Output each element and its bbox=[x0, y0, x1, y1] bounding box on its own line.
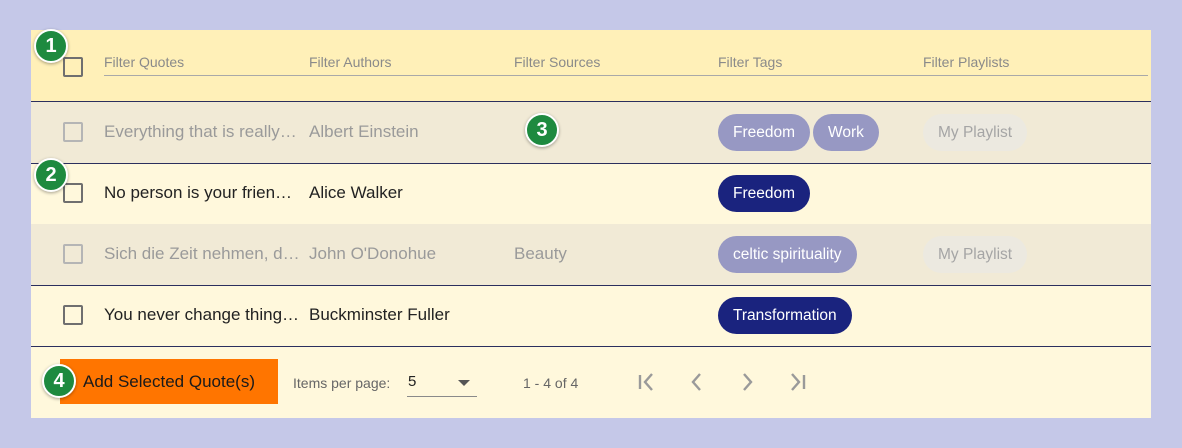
items-per-page-select[interactable]: 5 bbox=[407, 368, 477, 397]
select-all-checkbox[interactable] bbox=[63, 57, 83, 77]
author-cell: Albert Einstein bbox=[309, 122, 419, 141]
step-badge-1: 1 bbox=[34, 29, 68, 63]
page-range-label: 1 - 4 of 4 bbox=[523, 375, 579, 391]
source-cell: Beauty bbox=[514, 244, 567, 263]
table-row[interactable]: No person is your friend who demands you… bbox=[31, 163, 1151, 225]
filter-tags-input[interactable]: Filter Tags bbox=[718, 54, 782, 70]
dropdown-arrow-icon bbox=[458, 380, 470, 386]
filter-header-row: Filter Quotes Filter Authors Filter Sour… bbox=[31, 30, 1151, 102]
quote-cell: Sich die Zeit nehmen, das eigene Leben z… bbox=[104, 244, 300, 263]
tag-chip[interactable]: Work bbox=[813, 114, 879, 151]
filter-quotes-input[interactable]: Filter Quotes bbox=[104, 54, 184, 70]
quotes-table-panel: Filter Quotes Filter Authors Filter Sour… bbox=[31, 30, 1151, 418]
first-page-icon[interactable] bbox=[633, 368, 661, 396]
tag-chip[interactable]: Freedom bbox=[718, 114, 811, 151]
filter-sources-input[interactable]: Filter Sources bbox=[514, 54, 600, 70]
quote-cell: Everything that is really great and insp… bbox=[104, 122, 300, 141]
table-row[interactable]: Everything that is really great and insp… bbox=[31, 102, 1151, 164]
last-page-icon[interactable] bbox=[783, 368, 811, 396]
playlist-chip[interactable]: My Playlist bbox=[923, 114, 1028, 151]
tag-chip[interactable]: celtic spirituality bbox=[718, 236, 857, 273]
row-checkbox[interactable] bbox=[63, 183, 83, 203]
table-row[interactable]: Sich die Zeit nehmen, das eigene Leben z… bbox=[31, 224, 1151, 286]
filter-playlists-input[interactable]: Filter Playlists bbox=[923, 54, 1009, 70]
quote-cell: No person is your friend who demands you… bbox=[104, 183, 300, 202]
step-badge-4: 4 bbox=[42, 364, 76, 398]
next-page-icon[interactable] bbox=[733, 368, 761, 396]
author-cell: Buckminster Fuller bbox=[309, 305, 450, 324]
quote-cell: You never change things by fighting the … bbox=[104, 305, 300, 324]
filter-authors-input[interactable]: Filter Authors bbox=[309, 54, 391, 70]
items-per-page-value: 5 bbox=[408, 373, 417, 390]
table-footer: Add Selected Quote(s) Items per page: 5 … bbox=[31, 346, 1151, 418]
items-per-page-label: Items per page: bbox=[293, 375, 391, 391]
add-selected-quotes-button[interactable]: Add Selected Quote(s) bbox=[60, 359, 278, 404]
tag-chip[interactable]: Transformation bbox=[718, 297, 852, 334]
row-checkbox[interactable] bbox=[63, 305, 83, 325]
table-row[interactable]: You never change things by fighting the … bbox=[31, 285, 1151, 347]
author-cell: John O'Donohue bbox=[309, 244, 437, 263]
row-checkbox[interactable] bbox=[63, 122, 83, 142]
tag-chip[interactable]: Freedom bbox=[718, 175, 811, 212]
step-badge-2: 2 bbox=[34, 158, 68, 192]
filter-underline bbox=[104, 75, 1148, 76]
playlist-chip[interactable]: My Playlist bbox=[923, 236, 1028, 273]
row-checkbox[interactable] bbox=[63, 244, 83, 264]
previous-page-icon[interactable] bbox=[683, 368, 711, 396]
author-cell: Alice Walker bbox=[309, 183, 403, 202]
step-badge-3: 3 bbox=[525, 113, 559, 147]
